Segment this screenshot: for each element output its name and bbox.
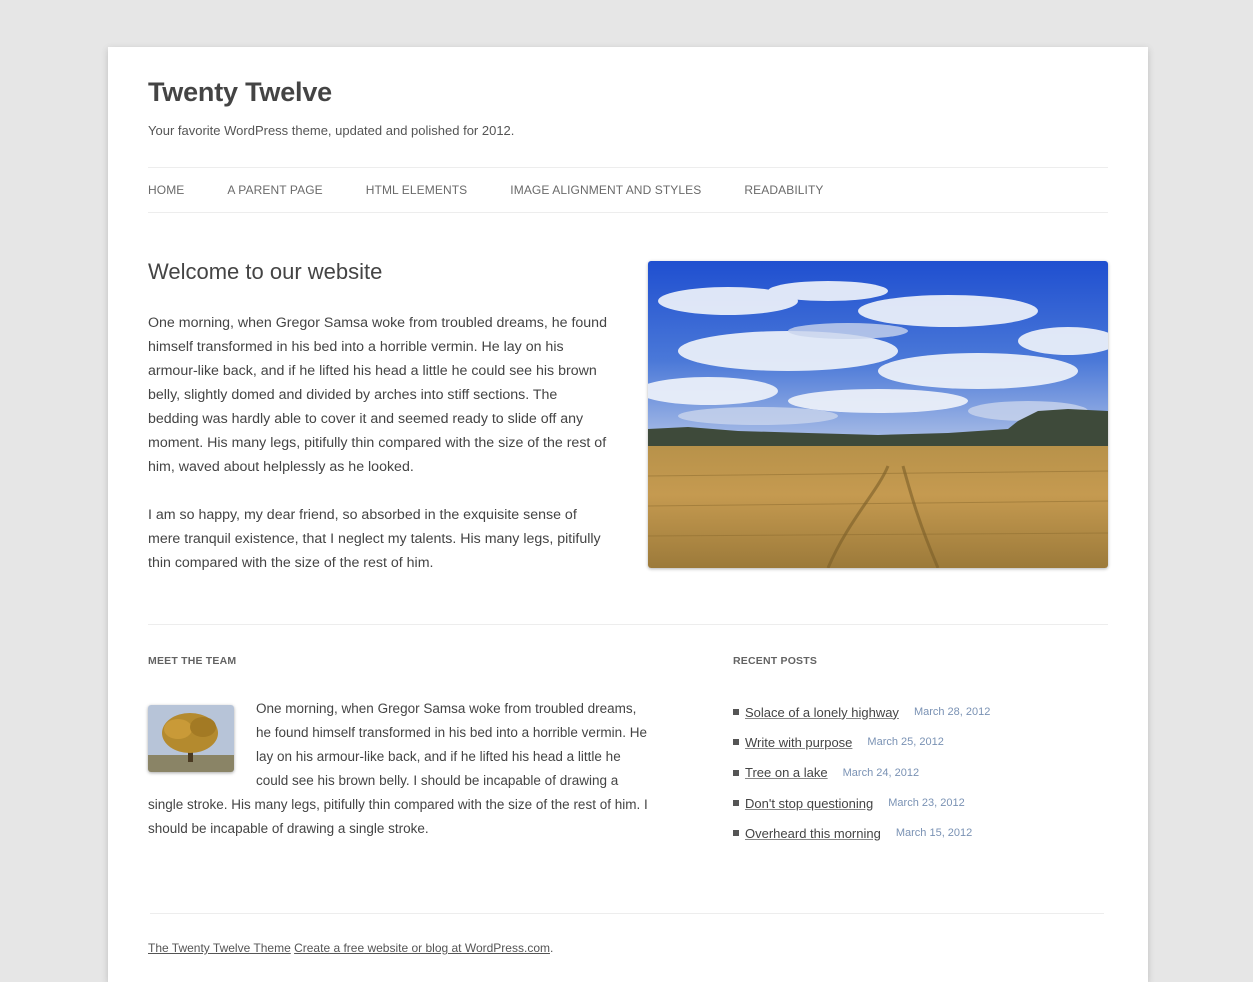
bullet-icon <box>733 709 739 716</box>
recent-posts-list: Solace of a lonely highway March 28, 201… <box>733 697 990 848</box>
meet-the-team-heading: MEET THE TEAM <box>148 655 237 667</box>
page-inner: Twenty Twelve Your favorite WordPress th… <box>148 47 1108 982</box>
post-link[interactable]: Don't stop questioning <box>745 796 873 811</box>
list-item: Don't stop questioning March 23, 2012 <box>733 788 990 818</box>
main-navigation: HOME A PARENT PAGE HTML ELEMENTS IMAGE A… <box>148 167 1108 213</box>
site-title[interactable]: Twenty Twelve <box>148 77 332 108</box>
welcome-title: Welcome to our website <box>148 259 383 284</box>
bullet-icon <box>733 830 739 837</box>
welcome-paragraph-2: I am so happy, my dear friend, so absorb… <box>148 507 601 571</box>
nav-item-home[interactable]: HOME <box>148 183 184 197</box>
post-link[interactable]: Tree on a lake <box>745 765 828 780</box>
list-item: Write with purpose March 25, 2012 <box>733 727 990 757</box>
list-item: Solace of a lonely highway March 28, 201… <box>733 697 990 727</box>
welcome-paragraph-1: One morning, when Gregor Samsa woke from… <box>148 315 607 475</box>
recent-posts-heading: RECENT POSTS <box>733 655 818 667</box>
content-divider <box>148 624 1108 625</box>
nav-item-html-elements[interactable]: HTML ELEMENTS <box>366 183 468 197</box>
post-link[interactable]: Write with purpose <box>745 735 852 750</box>
welcome-body: One morning, when Gregor Samsa woke from… <box>148 311 610 599</box>
theme-credit-link[interactable]: The Twenty Twelve Theme <box>148 941 291 955</box>
list-item: Overheard this morning March 15, 2012 <box>733 818 990 848</box>
post-date: March 28, 2012 <box>913 706 991 719</box>
meet-the-team-widget: One morning, when Gregor Samsa woke from… <box>148 697 648 841</box>
post-date: March 15, 2012 <box>895 827 973 840</box>
post-link[interactable]: Overheard this morning <box>745 826 881 841</box>
site-description: Your favorite WordPress theme, updated a… <box>148 123 515 138</box>
post-link[interactable]: Solace of a lonely highway <box>745 705 899 720</box>
post-date: March 23, 2012 <box>888 797 965 810</box>
list-item: Tree on a lake March 24, 2012 <box>733 758 990 788</box>
post-date: March 25, 2012 <box>867 736 944 749</box>
site-footer: The Twenty Twelve Theme Create a free we… <box>148 941 553 955</box>
footer-period: . <box>549 941 554 955</box>
nav-item-readability[interactable]: READABILITY <box>744 183 823 197</box>
bullet-icon <box>733 739 739 746</box>
wordpress-credit-link[interactable]: Create a free website or blog at WordPre… <box>294 941 550 955</box>
hero-field-image <box>648 261 1108 568</box>
nav-item-image-alignment[interactable]: IMAGE ALIGNMENT AND STYLES <box>510 183 701 197</box>
post-date: March 24, 2012 <box>842 766 920 779</box>
footer-divider <box>150 913 1104 914</box>
nav-item-parent-page[interactable]: A PARENT PAGE <box>227 183 322 197</box>
bullet-icon <box>733 769 739 776</box>
tree-thumbnail-image <box>148 705 234 772</box>
page-container: Twenty Twelve Your favorite WordPress th… <box>108 47 1148 982</box>
bullet-icon <box>733 800 739 807</box>
